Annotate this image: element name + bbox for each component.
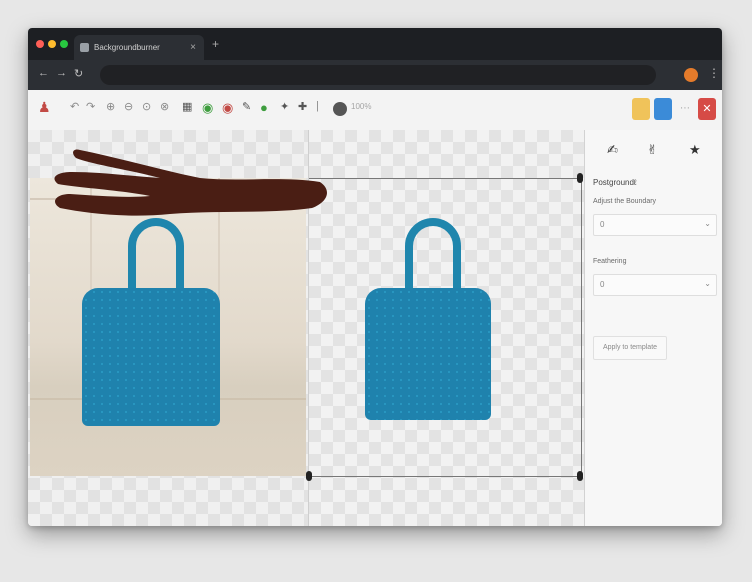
save-button[interactable] — [632, 98, 650, 120]
reload-icon[interactable]: ↻ — [74, 67, 83, 80]
window-minimize-button[interactable] — [48, 40, 56, 48]
original-photo — [30, 178, 306, 476]
window-close-button[interactable] — [36, 40, 44, 48]
download-button[interactable] — [654, 98, 672, 120]
apply-button[interactable]: Apply to template — [593, 336, 667, 360]
boundary-label: Adjust the Boundary — [593, 198, 657, 205]
zoom-label: 100% — [351, 102, 372, 111]
eraser-icon[interactable]: ✌ — [647, 142, 658, 158]
feathering-select[interactable]: 0 ⌄ — [593, 274, 717, 296]
editor-toolbar: ♟ ↶ ↷ ⊕ ⊖ ⊙ ⊗ ▦ ◉ ◉ ✎ ● ✦ ✚ | 100% ⋯ ✕ — [28, 90, 722, 131]
crop-handle-bottom-right[interactable] — [577, 471, 583, 481]
browser-tabbar: Backgroundburner × + — [28, 28, 722, 60]
remove-brush-icon[interactable]: ◉ — [222, 100, 233, 116]
result-image-canvas[interactable] — [306, 130, 585, 526]
close-editor-button[interactable]: ✕ — [698, 98, 716, 120]
tab-title: Backgroundburner — [94, 43, 160, 52]
forward-icon[interactable]: → — [56, 67, 67, 79]
undo-icon[interactable]: ↶ — [70, 100, 79, 113]
app-logo-icon: ♟ — [38, 99, 51, 115]
panel-title: Postgroundℓ — [593, 178, 637, 187]
boundary-select[interactable]: 0 ⌄ — [593, 214, 717, 236]
chevron-down-icon: ⌄ — [704, 279, 711, 288]
browser-menu-icon[interactable]: ⋮ — [708, 66, 720, 80]
close-tab-icon[interactable]: × — [190, 35, 196, 60]
new-tab-button[interactable]: + — [212, 37, 219, 51]
pencil-icon[interactable]: ✎ — [242, 100, 251, 113]
window-maximize-button[interactable] — [60, 40, 68, 48]
green-dot-icon[interactable]: ● — [260, 100, 268, 115]
browser-tab[interactable]: Backgroundburner × — [74, 35, 204, 60]
crop-border-bottom — [309, 476, 581, 477]
extension-icon[interactable] — [684, 68, 698, 82]
back-icon[interactable]: ← — [38, 67, 49, 79]
redaction-scribble — [54, 149, 327, 216]
feathering-label: Feathering — [593, 258, 627, 265]
separator-icon: | — [316, 100, 319, 112]
star-icon[interactable]: ★ — [689, 142, 701, 158]
crop-icon[interactable]: ▦ — [182, 100, 192, 113]
crop-border-top — [309, 178, 581, 179]
zoom-control[interactable] — [333, 102, 347, 116]
crop-handle-top-right[interactable] — [577, 173, 583, 183]
settings-panel: ✍ ✌ ★ Postgroundℓ Adjust the Boundary 0 … — [584, 130, 722, 526]
url-input[interactable] — [100, 65, 656, 85]
pin-icon[interactable]: ✦ — [280, 100, 289, 113]
crop-border-right — [581, 178, 582, 476]
crop-handle-bottom-left[interactable] — [306, 471, 312, 481]
brush-icon[interactable]: ✍ — [607, 142, 618, 158]
boundary-value: 0 — [600, 220, 605, 229]
app-window: Backgroundburner × + ← → ↻ ⋮ ♟ ↶ ↷ ⊕ ⊖ ⊙… — [28, 28, 722, 526]
redo-icon[interactable]: ↷ — [86, 100, 95, 113]
favicon-icon — [80, 43, 89, 52]
chevron-down-icon: ⌄ — [704, 219, 711, 228]
zoom-out-icon[interactable]: ⊖ — [124, 100, 133, 113]
move-icon[interactable]: ✚ — [298, 100, 307, 113]
zoom-fit-icon[interactable]: ⊙ — [142, 100, 151, 113]
zoom-in-icon[interactable]: ⊕ — [106, 100, 115, 113]
keep-brush-icon[interactable]: ◉ — [202, 100, 213, 116]
feathering-value: 0 — [600, 280, 605, 289]
browser-address-bar: ← → ↻ ⋮ — [28, 60, 722, 90]
more-icon[interactable]: ⋯ — [676, 98, 694, 120]
zoom-reset-icon[interactable]: ⊗ — [160, 100, 169, 113]
